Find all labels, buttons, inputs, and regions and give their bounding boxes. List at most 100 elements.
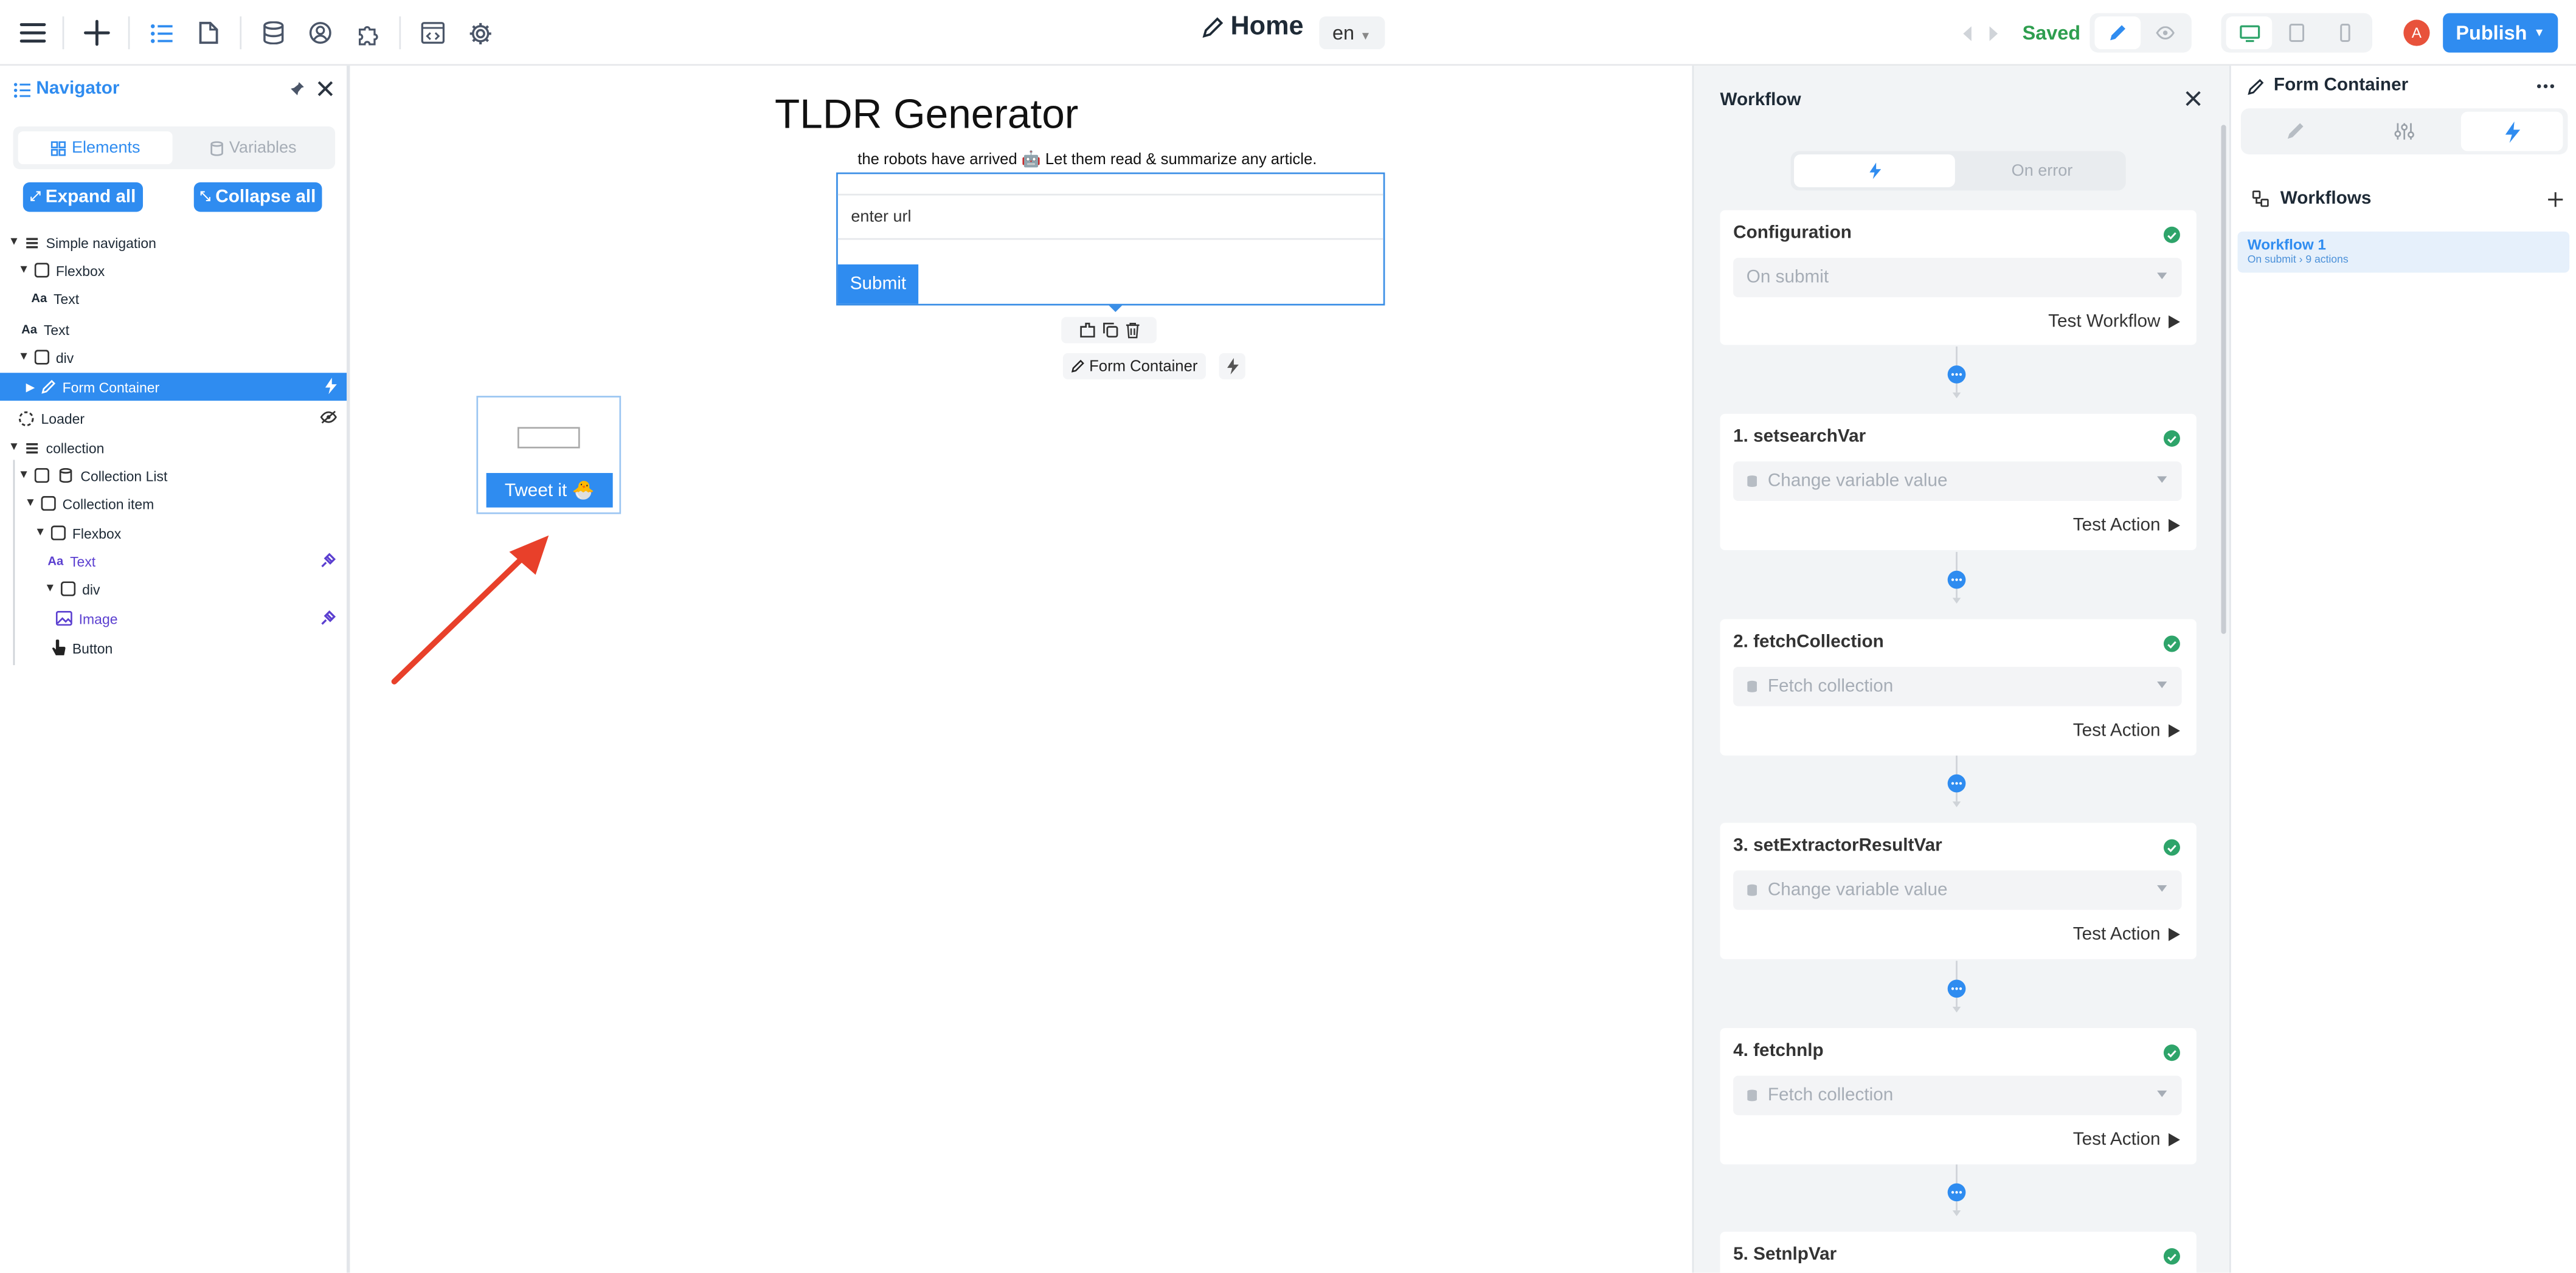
tree-item-collection-list[interactable]: ▼ Collection List xyxy=(0,461,347,489)
undo-icon[interactable] xyxy=(1958,23,1975,43)
tree-item-div[interactable]: ▼ div xyxy=(0,575,347,603)
test-action-button[interactable]: Test Action xyxy=(2073,925,2180,944)
page-title[interactable]: Home xyxy=(1201,13,1304,43)
trigger-select[interactable]: On submit xyxy=(1733,258,2182,297)
test-workflow-button[interactable]: Test Workflow xyxy=(2048,312,2180,332)
action-card[interactable]: 1. setsearchVar Change variable value Te… xyxy=(1720,413,2197,551)
tree-item-text[interactable]: Aa Text xyxy=(0,284,347,312)
bolt-icon[interactable] xyxy=(1794,154,1955,187)
action-type-select[interactable]: Change variable value xyxy=(1733,870,2182,910)
settings-icon[interactable] xyxy=(465,18,495,48)
more-icon[interactable] xyxy=(2532,75,2558,95)
workflows-title: Workflows xyxy=(2280,188,2372,209)
selected-element-label[interactable]: Form Container xyxy=(1062,353,1206,380)
add-action-connector[interactable] xyxy=(1947,347,1966,399)
mobile-icon[interactable] xyxy=(2321,16,2367,49)
tab-on-error[interactable]: On error xyxy=(1962,154,2123,187)
action-card[interactable]: 3. setExtractorResultVar Change variable… xyxy=(1720,823,2197,959)
navigator-panel: Navigator Elements Variables ⤢ Expand all… xyxy=(0,66,350,1273)
text-icon: Aa xyxy=(47,553,64,568)
action-type-select[interactable]: Fetch collection xyxy=(1733,666,2182,706)
desktop-icon[interactable] xyxy=(2226,16,2273,50)
tree-item-label: Flexbox xyxy=(55,261,105,278)
delete-icon[interactable] xyxy=(1124,322,1139,339)
chevron-down-icon: ▼ xyxy=(2533,27,2546,39)
action-type-value: Change variable value xyxy=(1767,880,1948,900)
workflow-list-item[interactable]: Workflow 1 On submit › 9 actions xyxy=(2237,231,2570,273)
caret-down-icon: ▼ xyxy=(18,469,30,481)
test-action-button[interactable]: Test Action xyxy=(2073,1130,2180,1150)
add-action-connector[interactable] xyxy=(1947,551,1966,604)
pencil-icon xyxy=(1071,359,1084,373)
box-icon xyxy=(38,495,57,511)
preview-icon[interactable] xyxy=(2142,16,2189,49)
tree-item-flexbox[interactable]: ▼ Flexbox xyxy=(0,519,347,547)
app-root: Home en ▼ Saved A Publish ▼ Navigator Ele… xyxy=(0,0,2576,1273)
redo-icon[interactable] xyxy=(1984,23,2001,43)
tweet-label: Tweet it 🐣 xyxy=(504,481,595,501)
tree-item-simple-navigation[interactable]: ▼ Simple navigation xyxy=(0,229,347,257)
tree-item-form-container[interactable]: ▶ Form Container xyxy=(0,373,347,401)
users-icon[interactable] xyxy=(305,18,335,48)
tree-item-image-bound[interactable]: Image xyxy=(0,604,347,632)
tablet-icon[interactable] xyxy=(2274,16,2320,49)
action-card[interactable]: 4. fetchnlp Fetch collection Test Action xyxy=(1720,1028,2197,1165)
settings-tab-icon[interactable] xyxy=(2353,112,2454,151)
tree-item-text-bound[interactable]: Aa Text xyxy=(0,547,347,575)
add-icon[interactable] xyxy=(2545,189,2564,209)
hidden-eye-icon[interactable] xyxy=(320,410,337,424)
tab-elements-label: Elements xyxy=(71,139,140,157)
collapse-all-label: Collapse all xyxy=(215,187,316,207)
pages-icon[interactable] xyxy=(194,18,224,48)
menu-icon[interactable] xyxy=(18,18,48,48)
style-tab-icon[interactable] xyxy=(2244,112,2346,151)
action-card[interactable]: 5. SetnlpVar xyxy=(1720,1232,2197,1273)
tree-item-collection[interactable]: ▼ collection xyxy=(0,433,347,461)
avatar[interactable]: A xyxy=(2403,19,2430,46)
url-input[interactable]: enter url xyxy=(837,193,1383,240)
language-select[interactable]: en ▼ xyxy=(1319,16,1385,50)
plugins-icon[interactable] xyxy=(353,18,383,48)
add-action-connector[interactable] xyxy=(1947,961,1966,1013)
tree-item-label: div xyxy=(82,580,100,598)
collapse-all-button[interactable]: ⤡ Collapse all xyxy=(193,182,322,212)
database-icon xyxy=(1747,1089,1758,1102)
database-icon[interactable] xyxy=(258,18,288,48)
test-action-button[interactable]: Test Action xyxy=(2073,721,2180,740)
avatar-initial: A xyxy=(2411,24,2422,41)
tweet-button[interactable]: Tweet it 🐣 xyxy=(486,473,613,508)
close-icon[interactable] xyxy=(2183,89,2203,108)
scrollbar[interactable] xyxy=(2221,125,2226,634)
collection-item-card[interactable]: Tweet it 🐣 xyxy=(476,396,621,514)
tree-item-collection-item[interactable]: ▼ Collection item xyxy=(0,489,347,517)
component-icon[interactable] xyxy=(1079,322,1095,339)
action-card[interactable]: 2. fetchCollection Fetch collection Test… xyxy=(1720,619,2197,756)
add-action-connector[interactable] xyxy=(1947,1164,1966,1216)
edit-mode-icon[interactable] xyxy=(2094,16,2141,50)
test-action-label: Test Action xyxy=(2072,720,2161,741)
expand-all-button[interactable]: ⤢ Expand all xyxy=(23,182,144,212)
test-action-label: Test Action xyxy=(2072,924,2161,945)
submit-button[interactable]: Submit xyxy=(837,264,919,304)
code-icon[interactable] xyxy=(417,18,447,48)
duplicate-icon[interactable] xyxy=(1101,322,1118,339)
loader-icon xyxy=(16,410,36,426)
tree-item-text[interactable]: Aa Text xyxy=(0,316,347,343)
form-container[interactable]: enter url Submit xyxy=(836,172,1385,306)
workflow-tab-icon[interactable] xyxy=(2460,111,2563,151)
add-action-connector[interactable] xyxy=(1947,755,1966,808)
tree-item-div[interactable]: ▼ div xyxy=(0,343,347,371)
section-icon xyxy=(21,441,41,454)
tree-item-flexbox[interactable]: ▼ Flexbox xyxy=(0,256,347,284)
tree-item-loader[interactable]: Loader xyxy=(0,404,347,432)
tree-item-button[interactable]: Button xyxy=(0,634,347,662)
action-type-value: Fetch collection xyxy=(1767,1085,1894,1106)
app-title: TLDR Generator xyxy=(775,92,1079,138)
test-action-button[interactable]: Test Action xyxy=(2073,516,2180,536)
navigator-icon[interactable] xyxy=(146,18,176,48)
action-type-select[interactable]: Change variable value xyxy=(1733,461,2182,501)
publish-button[interactable]: Publish ▼ xyxy=(2443,13,2558,53)
bolt-icon[interactable] xyxy=(1219,353,1245,380)
action-type-select[interactable]: Fetch collection xyxy=(1733,1075,2182,1116)
add-icon[interactable] xyxy=(82,18,112,48)
